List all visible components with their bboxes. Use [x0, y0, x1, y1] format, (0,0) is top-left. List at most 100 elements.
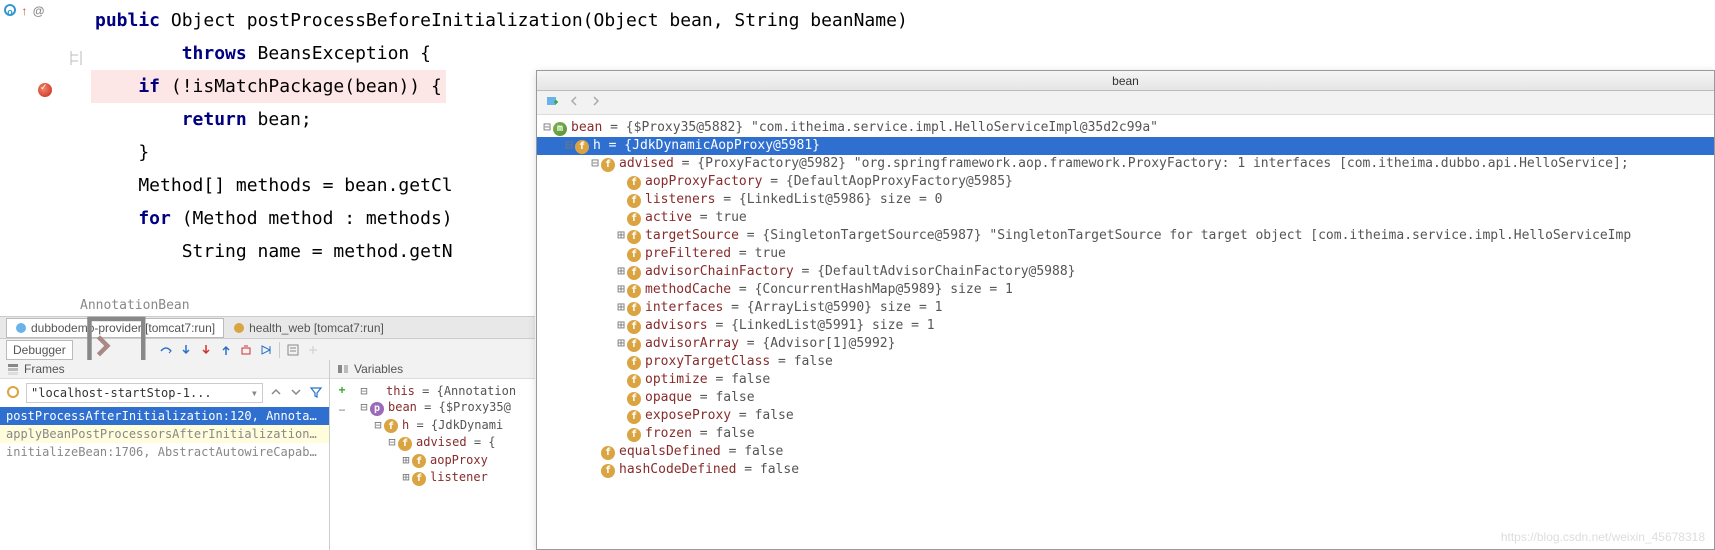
expand-icon[interactable] — [358, 384, 370, 398]
var-value: = {Annotation — [422, 384, 516, 398]
var-value: = {SingletonTargetSource@5987} "Singleto… — [739, 228, 1631, 243]
expand-icon[interactable] — [541, 119, 553, 137]
variable-row[interactable]: this = {Annotation — [358, 383, 516, 399]
var-value: = {ConcurrentHashMap@5989} size = 1 — [731, 282, 1013, 297]
inspector-row[interactable]: fequalsDefined = false — [537, 443, 1714, 461]
var-name: active — [645, 210, 692, 225]
field-badge-icon: f — [627, 392, 641, 406]
inspector-row[interactable]: fadvisors = {LinkedList@5991} size = 1 — [537, 317, 1714, 335]
var-value: = {JdkDynamicAopProxy@5981} — [601, 138, 820, 153]
step-over-icon[interactable] — [159, 343, 173, 357]
inspector-toolbar — [537, 91, 1714, 115]
variables-tree[interactable]: this = {Annotationpbean = {$Proxy35@fh =… — [354, 379, 520, 491]
frame-row[interactable]: postProcessAfterInitialization:120, Anno… — [0, 407, 329, 425]
expand-icon[interactable] — [615, 227, 627, 245]
var-name: listeners — [645, 192, 715, 207]
inspector-row[interactable]: fopaque = false — [537, 389, 1714, 407]
new-watch-icon[interactable] — [545, 94, 559, 111]
variable-row[interactable]: fh = {JdkDynami — [358, 417, 516, 435]
drop-frame-icon[interactable] — [239, 343, 253, 357]
expand-icon[interactable] — [372, 418, 384, 432]
var-name: bean — [388, 400, 417, 414]
inspector-row[interactable]: fexposeProxy = false — [537, 407, 1714, 425]
inspector-row[interactable]: fadvised = {ProxyFactory@5982} "org.spri… — [537, 155, 1714, 173]
inspector-row[interactable]: fadvisorArray = {Advisor[1]@5992} — [537, 335, 1714, 353]
inspector-row[interactable]: fpreFiltered = true — [537, 245, 1714, 263]
frames-icon — [6, 362, 20, 376]
gutter-override-marker[interactable]: o ↑ @ — [4, 4, 44, 18]
inspector-row[interactable]: fh = {JdkDynamicAopProxy@5981} — [537, 137, 1714, 155]
expand-icon[interactable] — [615, 335, 627, 353]
nav-forward-icon[interactable] — [589, 94, 603, 111]
field-badge-icon: f — [601, 446, 615, 460]
var-name: advised — [619, 156, 674, 171]
remove-watch-icon[interactable]: − — [338, 403, 345, 417]
code-editor[interactable]: o ↑ @ public Object postProcessBeforeIni… — [0, 0, 535, 295]
inspector-row[interactable]: ftargetSource = {SingletonTargetSource@5… — [537, 227, 1714, 245]
step-out-icon[interactable] — [219, 343, 233, 357]
inspector-row[interactable]: finterfaces = {ArrayList@5990} size = 1 — [537, 299, 1714, 317]
variable-row[interactable]: flistener — [358, 469, 516, 487]
chevron-down-icon: ▾ — [251, 386, 258, 400]
expand-icon[interactable] — [615, 281, 627, 299]
inspector-row[interactable]: fhashCodeDefined = false — [537, 461, 1714, 479]
variables-icon — [336, 362, 350, 376]
run-config-healthweb[interactable]: health_web [tomcat7:run] — [224, 318, 393, 338]
evaluate-icon[interactable] — [286, 343, 300, 357]
var-value: = {$Proxy35@5882} "com.itheima.service.i… — [602, 120, 1158, 135]
trace-icon[interactable] — [306, 343, 320, 357]
filter-icon[interactable] — [309, 385, 323, 402]
kw-for: for — [95, 208, 171, 229]
expand-icon[interactable] — [615, 317, 627, 335]
frame-down-icon[interactable] — [289, 385, 303, 402]
step-into-icon[interactable] — [179, 343, 193, 357]
add-watch-icon[interactable]: + — [338, 383, 345, 397]
inspector-row[interactable]: fmethodCache = {ConcurrentHashMap@5989} … — [537, 281, 1714, 299]
field-badge-icon: f — [627, 302, 641, 316]
frames-list[interactable]: postProcessAfterInitialization:120, Anno… — [0, 407, 329, 461]
expand-icon[interactable] — [386, 435, 398, 449]
run-to-cursor-icon[interactable] — [259, 343, 273, 357]
field-badge-icon: f — [384, 419, 398, 433]
nav-back-icon[interactable] — [567, 94, 581, 111]
inspector-row[interactable]: faopProxyFactory = {DefaultAopProxyFacto… — [537, 173, 1714, 191]
expand-icon[interactable] — [358, 400, 370, 414]
debugger-tab[interactable]: Debugger — [6, 340, 73, 360]
var-name: hashCodeDefined — [619, 462, 736, 477]
inspector-row[interactable]: flisteners = {LinkedList@5986} size = 0 — [537, 191, 1714, 209]
var-name: optimize — [645, 372, 708, 387]
var-value: = {DefaultAopProxyFactory@5985} — [762, 174, 1012, 189]
fold-handle-icon[interactable] — [68, 50, 84, 66]
inspector-row[interactable]: foptimize = false — [537, 371, 1714, 389]
var-value: = {Advisor[1]@5992} — [739, 336, 896, 351]
inspector-row[interactable]: ffrozen = false — [537, 425, 1714, 443]
expand-icon[interactable] — [615, 263, 627, 281]
field-badge-icon: f — [627, 338, 641, 352]
inspector-row[interactable]: fproxyTargetClass = false — [537, 353, 1714, 371]
expand-icon[interactable] — [400, 453, 412, 467]
inspector-popup: bean mbean = {$Proxy35@5882} "com.itheim… — [536, 70, 1715, 550]
variable-row[interactable]: pbean = {$Proxy35@ — [358, 399, 516, 417]
frame-row[interactable]: applyBeanPostProcessorsAfterInitializati… — [0, 425, 329, 443]
variable-row[interactable]: fadvised = { — [358, 434, 516, 452]
expand-icon[interactable] — [563, 137, 575, 155]
var-name: methodCache — [645, 282, 731, 297]
field-badge-icon: f — [627, 212, 641, 226]
expand-icon[interactable] — [400, 470, 412, 484]
inspector-row[interactable]: fadvisorChainFactory = {DefaultAdvisorCh… — [537, 263, 1714, 281]
variables-panel: Variables + − this = {Annotationpbean = … — [330, 360, 535, 550]
inspector-tree[interactable]: mbean = {$Proxy35@5882} "com.itheima.ser… — [537, 115, 1714, 483]
field-badge-icon: f — [601, 158, 615, 172]
inspector-row[interactable]: mbean = {$Proxy35@5882} "com.itheima.ser… — [537, 119, 1714, 137]
breakpoint-icon[interactable] — [38, 83, 52, 97]
inspector-row[interactable]: factive = true — [537, 209, 1714, 227]
force-step-into-icon[interactable] — [199, 343, 213, 357]
frame-row[interactable]: initializeBean:1706, AbstractAutowireCap… — [0, 443, 329, 461]
var-name: exposeProxy — [645, 408, 731, 423]
frame-up-icon[interactable] — [269, 385, 283, 402]
expand-icon[interactable] — [615, 299, 627, 317]
field-badge-icon: f — [627, 428, 641, 442]
variable-row[interactable]: faopProxy — [358, 452, 516, 470]
expand-icon[interactable] — [589, 155, 601, 173]
thread-selector[interactable]: "localhost-startStop-1... ▾ — [26, 383, 263, 403]
